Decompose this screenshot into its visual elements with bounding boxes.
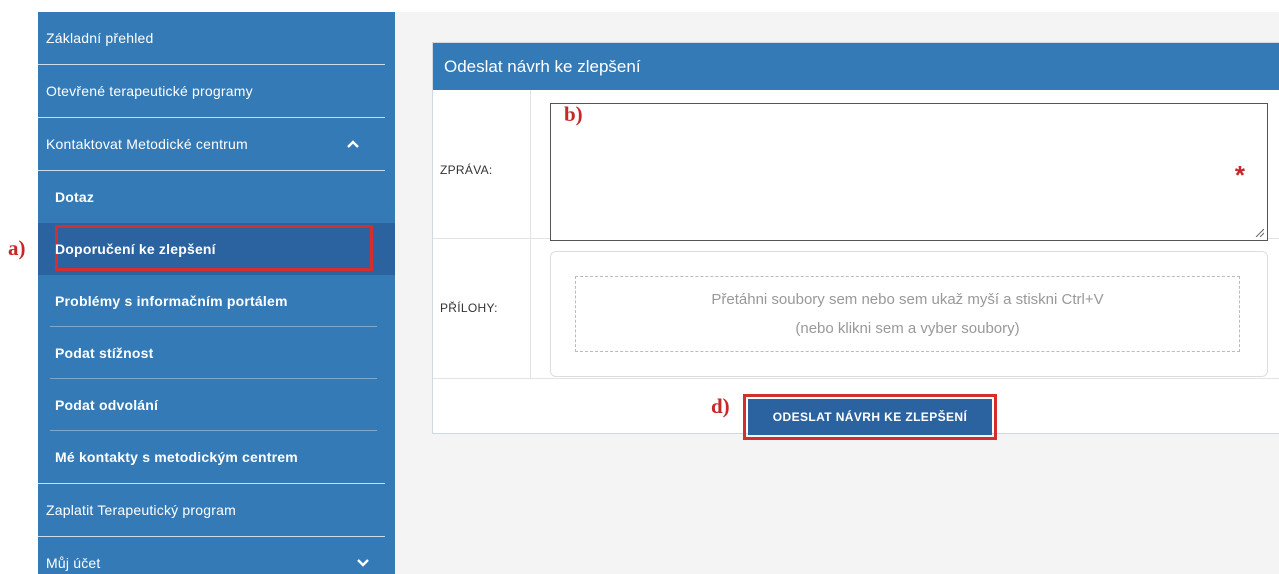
- chevron-down-icon: [357, 559, 369, 567]
- sidebar-subitem-label: Dotaz: [55, 189, 95, 205]
- annotation-a: a): [8, 236, 26, 260]
- sidebar-subitem-dotaz[interactable]: Dotaz: [38, 171, 395, 223]
- message-label: ZPRÁVA:: [440, 163, 493, 177]
- sidebar-item-label: Kontaktovat Metodické centrum: [46, 136, 248, 152]
- attachments-label: PŘÍLOHY:: [440, 301, 498, 315]
- sidebar-item-otevrene-programy[interactable]: Otevřené terapeutické programy: [38, 65, 385, 118]
- annotation-d: d): [711, 394, 730, 418]
- sidebar-item-label: Otevřené terapeutické programy: [46, 83, 253, 99]
- submit-highlight-box: ODESLAT NÁVRH KE ZLEPŠENÍ: [743, 394, 997, 440]
- dropzone-instructions-secondary: (nebo klikni sem a vyber soubory): [795, 320, 1020, 337]
- sidebar-subitem-label: Mé kontakty s metodickým centrem: [55, 449, 298, 465]
- dropzone-instructions: Přetáhni soubory sem nebo sem ukaž myší …: [711, 291, 1104, 308]
- panel-title: Odeslat návrh ke zlepšení: [433, 43, 1279, 90]
- sidebar-subitem-podat-stiznost[interactable]: Podat stížnost: [38, 327, 395, 379]
- message-textarea[interactable]: *: [550, 103, 1268, 241]
- sidebar-item-label: Můj účet: [46, 555, 101, 571]
- sidebar-subitem-label: Doporučení ke zlepšení: [55, 241, 216, 257]
- sidebar-item-muj-ucet[interactable]: Můj účet: [38, 537, 385, 574]
- submit-button[interactable]: ODESLAT NÁVRH KE ZLEPŠENÍ: [748, 399, 992, 435]
- file-dropzone[interactable]: Přetáhni soubory sem nebo sem ukaž myší …: [575, 276, 1240, 352]
- sidebar-subitem-problemy-portal[interactable]: Problémy s informačním portálem: [38, 275, 395, 327]
- sidebar-subitem-label: Problémy s informačním portálem: [55, 293, 288, 309]
- sidebar-item-kontaktovat-centrum[interactable]: Kontaktovat Metodické centrum: [38, 118, 385, 171]
- dropzone-container: Přetáhni soubory sem nebo sem ukaž myší …: [550, 251, 1268, 377]
- sidebar-item-label: Zaplatit Terapeutický program: [46, 502, 236, 518]
- sidebar-subitem-me-kontakty[interactable]: Mé kontakty s metodickým centrem: [38, 431, 385, 484]
- improvement-form-panel: Odeslat návrh ke zlepšení ZPRÁVA: * PŘÍL…: [432, 42, 1279, 440]
- resize-handle-icon[interactable]: [1254, 227, 1264, 237]
- required-icon: *: [1234, 160, 1245, 190]
- sidebar-subitem-label: Podat stížnost: [55, 345, 154, 361]
- sidebar-item-zakladni-prehled[interactable]: Základní přehled: [38, 12, 385, 65]
- sidebar-subitem-label: Podat odvolání: [55, 397, 159, 413]
- sidebar-item-zaplatit-program[interactable]: Zaplatit Terapeutický program: [38, 484, 385, 537]
- chevron-up-icon: [347, 140, 359, 148]
- annotation-b: b): [564, 102, 583, 126]
- sidebar-subitem-podat-odvolani[interactable]: Podat odvolání: [38, 379, 395, 431]
- sidebar-item-label: Základní přehled: [46, 30, 154, 46]
- sidebar-subitem-doporuceni[interactable]: Doporučení ke zlepšení: [38, 223, 395, 275]
- sidebar: Základní přehled Otevřené terapeutické p…: [38, 12, 395, 574]
- main-content: Odeslat návrh ke zlepšení ZPRÁVA: * PŘÍL…: [395, 12, 1279, 574]
